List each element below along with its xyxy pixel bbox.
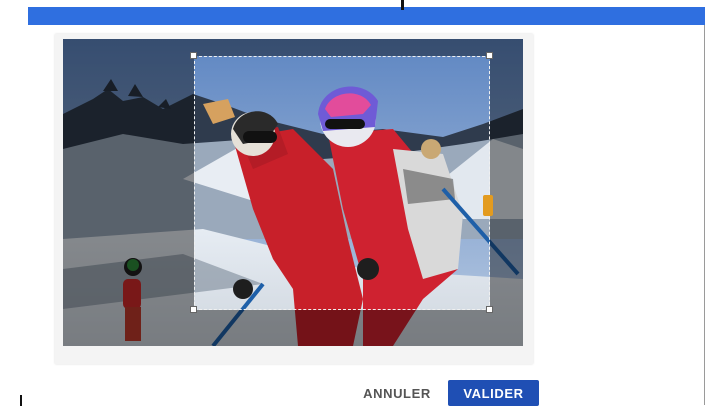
dialog-header-bar	[28, 7, 705, 25]
crop-corner-handle-icon[interactable]	[486, 306, 493, 313]
validate-button[interactable]: VALIDER	[448, 380, 539, 406]
crop-corner-handle-icon[interactable]	[190, 52, 197, 59]
crop-selection-box[interactable]	[194, 56, 490, 310]
crop-side-handle-icon[interactable]	[483, 195, 493, 216]
page-mark	[20, 395, 22, 406]
dialog-edge	[704, 25, 705, 405]
crop-corner-handle-icon[interactable]	[190, 306, 197, 313]
crop-corner-handle-icon[interactable]	[486, 52, 493, 59]
header-marker	[401, 0, 404, 10]
cancel-button[interactable]: ANNULER	[352, 380, 442, 406]
